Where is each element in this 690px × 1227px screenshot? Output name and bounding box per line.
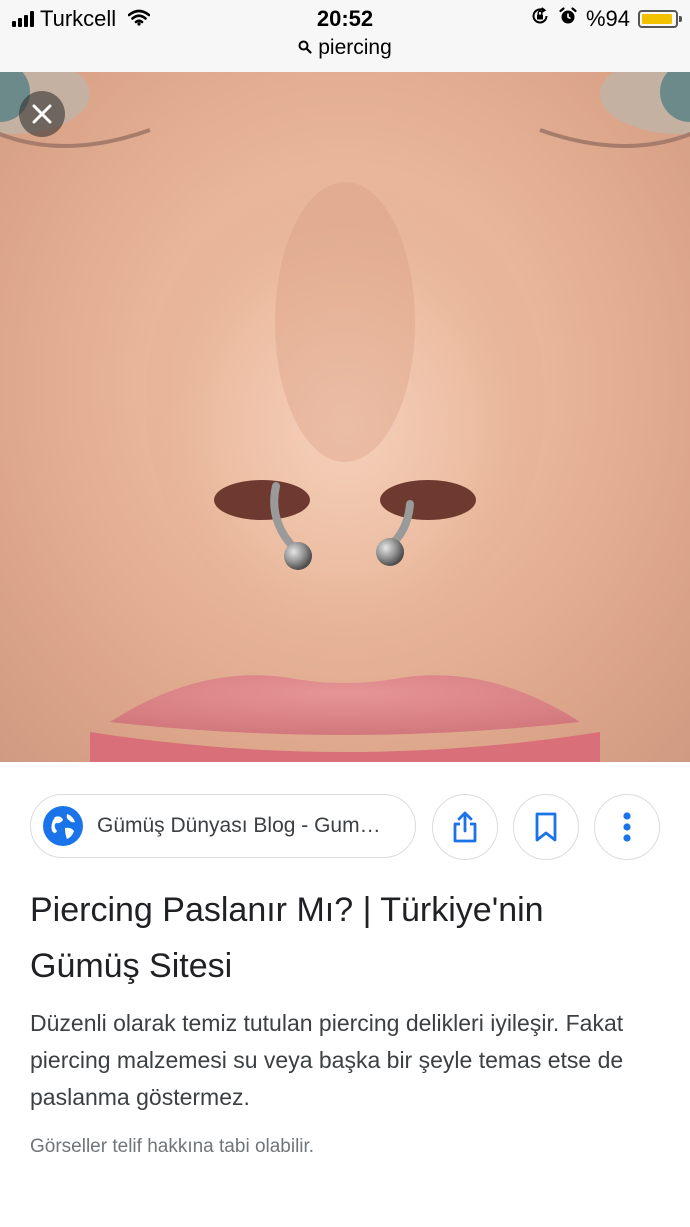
status-bar: Turkcell 20:52 piercing %94 [0, 0, 690, 73]
battery-icon [638, 10, 682, 28]
septum-piercing-photo [0, 72, 690, 762]
status-right: %94 [530, 6, 682, 32]
result-title[interactable]: Piercing Paslanır Mı? | Türkiye'nin Gümü… [30, 882, 660, 994]
share-button[interactable] [432, 794, 498, 860]
result-card: Gümüş Dünyası Blog - Gum… Piercing Pasla… [0, 762, 690, 1227]
url-bar[interactable]: piercing [0, 36, 690, 60]
source-label: Gümüş Dünyası Blog - Gum… [97, 814, 381, 837]
battery-fill [642, 14, 673, 24]
bookmark-icon [535, 812, 557, 842]
image-preview[interactable] [0, 72, 690, 762]
close-button[interactable] [19, 91, 65, 137]
save-button[interactable] [513, 794, 579, 860]
battery-percent: %94 [585, 6, 630, 31]
copyright-note: Görseller telif hakkına tabi olabilir. [30, 1136, 315, 1157]
result-description: Düzenli olarak temiz tutulan piercing de… [30, 1010, 624, 1110]
globe-icon [43, 806, 83, 846]
close-icon [32, 104, 52, 124]
more-options-button[interactable] [594, 794, 660, 860]
source-link-chip[interactable]: Gümüş Dünyası Blog - Gum… [30, 794, 416, 858]
alarm-icon [558, 6, 578, 32]
share-icon [453, 811, 477, 843]
search-icon [298, 36, 312, 60]
more-vert-icon [623, 812, 631, 842]
url-query: piercing [318, 36, 392, 59]
orientation-lock-icon [530, 6, 550, 32]
